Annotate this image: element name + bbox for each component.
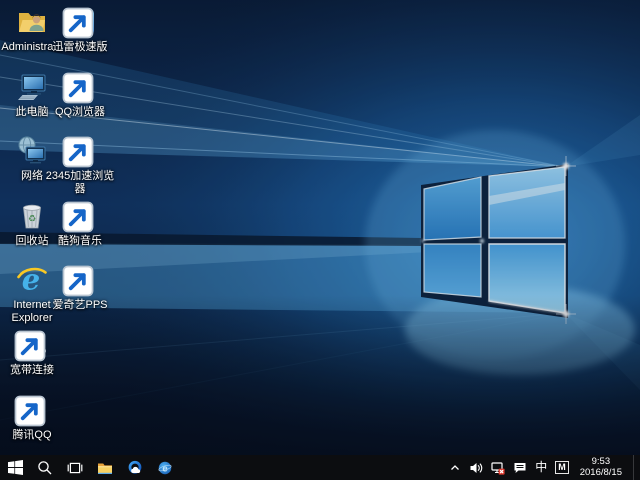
ime-mode-indicator[interactable]: 中 [535,455,547,480]
this-pc-icon [16,71,48,103]
shortcut-arrow-icon [14,330,46,362]
xunlei-icon [64,6,96,38]
volume-button[interactable] [469,455,483,480]
qq-browser-icon [127,460,143,476]
desktop-icon-label: QQ浏览器 [42,106,118,119]
desktop-icon-label: 酷狗音乐 [42,235,118,248]
svg-text:♻: ♻ [28,214,36,224]
desktop-icon-qq-browser[interactable]: QQ浏览器 [56,71,104,119]
qq-browser-taskbar-button[interactable] [120,455,150,480]
desktop-icon-internet-explorer[interactable]: e Internet Explorer [8,264,56,325]
clock-date: 2016/8/15 [580,468,622,479]
ime-language-button[interactable]: M [555,455,569,480]
desktop-icon-iqiyi-pps[interactable]: iQIYI 爱奇艺PPS [56,264,104,312]
file-explorer-icon [97,460,113,476]
recycle-bin-icon: ♻ [16,200,48,232]
network-disconnected-icon [491,461,505,475]
desktop-icon-broadband-connection[interactable]: 宽带连接 [8,329,56,377]
chevron-up-icon [449,462,461,474]
shortcut-arrow-icon [14,395,46,427]
2345-browser-icon: e [157,460,173,476]
shortcut-arrow-icon [62,265,94,297]
internet-explorer-icon: e [16,264,48,296]
kugou-music-icon: K [64,200,96,232]
action-center-button[interactable] [513,455,527,480]
desktop-icon-label: 爱奇艺PPS [42,299,118,312]
network-icon [16,135,48,167]
desktop-icon-tencent-qq[interactable]: 腾讯QQ [8,394,56,442]
taskbar: e [0,455,640,480]
2345-browser-taskbar-button[interactable]: e [150,455,180,480]
shortcut-arrow-icon [62,201,94,233]
desktop-icon-label: 宽带连接 [0,364,70,377]
desktop-icon-2345-browser[interactable]: e 2345加速浏览器 [56,135,104,196]
2345-browser-icon: e [64,135,96,167]
desktop-icon-kugou-music[interactable]: K 酷狗音乐 [56,200,104,248]
tencent-qq-icon [16,394,48,426]
desktop-icon-grid: Administra... 此电脑 [8,0,128,455]
task-view-icon [67,460,83,476]
task-view-button[interactable] [60,455,90,480]
start-button[interactable] [0,455,30,480]
qq-browser-icon [64,71,96,103]
ime-badge: M [555,461,569,474]
desktop-icon-label: 2345加速浏览器 [42,170,118,196]
system-tray: 中 M 9:53 2016/8/15 [449,455,640,480]
windows-desktop: Administra... 此电脑 [0,0,640,480]
desktop-icon-label: 腾讯QQ [0,429,70,442]
user-folder-icon [16,6,48,38]
shortcut-arrow-icon [62,7,94,39]
search-button[interactable] [30,455,60,480]
show-desktop-button[interactable] [633,455,638,480]
search-icon [37,460,53,476]
iqiyi-pps-icon: iQIYI [64,264,96,296]
clock-time: 9:53 [580,457,622,468]
network-status-button[interactable] [491,455,505,480]
action-center-icon [513,461,527,475]
shortcut-arrow-icon [62,72,94,104]
desktop-icon-xunlei[interactable]: 迅雷极速版 [56,6,104,54]
desktop-icon-label: 迅雷极速版 [42,41,118,54]
shortcut-arrow-icon [62,136,94,168]
show-hidden-icons-button[interactable] [449,455,461,480]
broadband-connection-icon [16,329,48,361]
windows-logo-icon [8,460,23,475]
volume-icon [469,461,483,475]
taskbar-clock[interactable]: 9:53 2016/8/15 [577,457,625,478]
file-explorer-button[interactable] [90,455,120,480]
